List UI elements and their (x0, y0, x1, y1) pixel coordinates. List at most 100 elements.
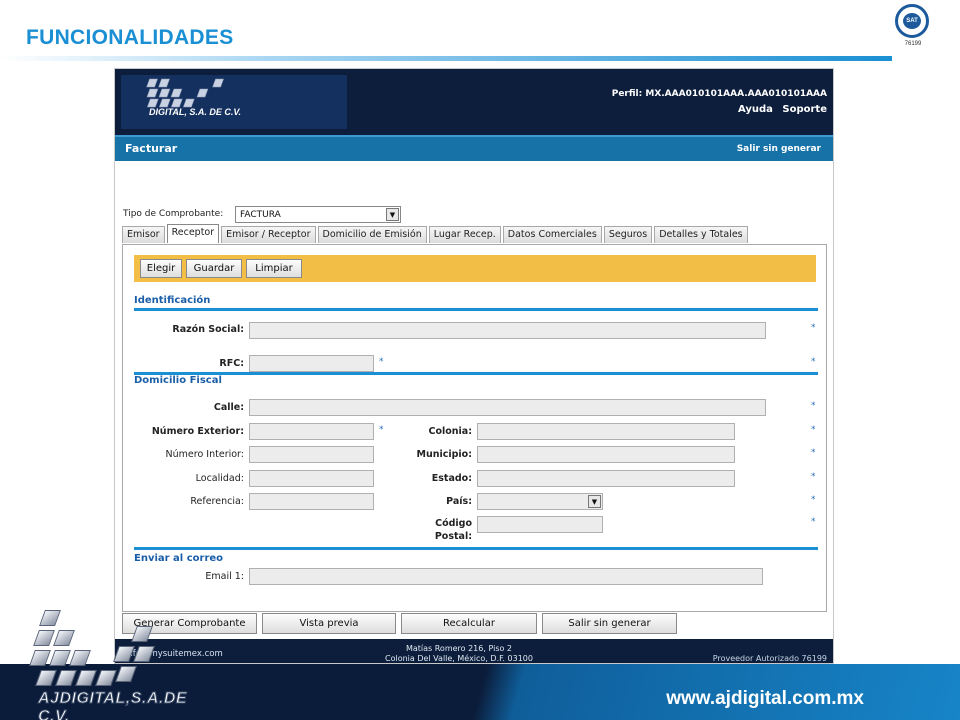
tab-detalles-totales[interactable]: Detalles y Totales (654, 226, 748, 243)
app-window: DIGITAL, S.A. DE C.V. Perfil: MX.AAA0101… (114, 68, 834, 664)
logo-square-icon (33, 630, 55, 646)
logo-square-icon (35, 670, 57, 686)
logo-square-icon (53, 630, 75, 646)
section-identificacion: Identificación (134, 295, 211, 306)
chevron-down-icon[interactable]: ▼ (386, 208, 399, 221)
tab-bar: Emisor Receptor Emisor / Receptor Domici… (122, 224, 750, 244)
chevron-down-icon[interactable]: ▼ (588, 495, 601, 508)
guardar-button[interactable]: Guardar (186, 259, 242, 278)
required-mark: * (811, 425, 816, 435)
logo-square-icon (39, 610, 61, 626)
required-mark: * (811, 495, 816, 505)
app-nav: Facturar Salir sin generar (115, 135, 833, 161)
brand-text: AJDIGITAL,S.A.DE C.V. (37, 690, 188, 720)
calle-input[interactable] (249, 399, 766, 416)
required-mark: * (379, 425, 384, 435)
limpiar-button[interactable]: Limpiar (246, 259, 302, 278)
section-enviar-correo: Enviar al correo (134, 553, 224, 564)
email1-input[interactable] (249, 568, 763, 585)
sat-logo-text: SAT (903, 13, 921, 29)
logo-square-icon (113, 646, 135, 662)
footer-address-line2: Colonia Del Valle, México, D.F. 03100 (385, 654, 533, 663)
app-logo-icon (146, 78, 224, 108)
tab-emisor-receptor[interactable]: Emisor / Receptor (221, 226, 316, 243)
codigo-postal-input[interactable] (477, 516, 603, 533)
nav-title: Facturar (125, 142, 178, 155)
logo-square-icon (69, 650, 91, 666)
logo-square-icon (115, 666, 137, 682)
required-mark: * (811, 448, 816, 458)
sat-seal-icon: SAT (895, 4, 929, 38)
estado-input[interactable] (477, 470, 735, 487)
municipio-label: Municipio: (416, 449, 472, 460)
help-link[interactable]: Ayuda (738, 104, 773, 115)
sat-logo: SAT 76199 (893, 4, 933, 50)
tipo-comprobante-label: Tipo de Comprobante: (123, 209, 224, 219)
required-mark: * (379, 357, 384, 367)
required-mark: * (811, 357, 816, 367)
municipio-input[interactable] (477, 446, 735, 463)
footer-address-line1: Matías Romero 216, Piso 2 (405, 644, 513, 653)
support-link[interactable]: Soporte (782, 104, 827, 115)
required-mark: * (811, 517, 816, 527)
section-rule (134, 372, 818, 375)
razon-social-input[interactable] (249, 322, 766, 339)
elegir-button[interactable]: Elegir (140, 259, 182, 278)
receptor-form: Elegir Guardar Limpiar Identificación Ra… (122, 244, 827, 612)
codigo-label: Código (435, 518, 472, 529)
profile-text: Perfil: MX.AAA010101AAA.AAA010101AAA (611, 89, 827, 99)
logo-square-icon (131, 626, 153, 642)
numero-interior-input[interactable] (249, 446, 374, 463)
required-mark: * (811, 323, 816, 333)
app-header: DIGITAL, S.A. DE C.V. Perfil: MX.AAA0101… (115, 69, 833, 135)
required-mark: * (811, 401, 816, 411)
form-toolbar: Elegir Guardar Limpiar (134, 255, 816, 282)
tipo-comprobante-select[interactable]: FACTURA ▼ (235, 206, 401, 223)
section-domicilio-fiscal: Domicilio Fiscal (134, 375, 222, 386)
header-rule (0, 56, 892, 61)
rfc-input[interactable] (249, 355, 374, 372)
numero-exterior-label: Número Exterior: (151, 426, 244, 437)
email1-label: Email 1: (205, 571, 244, 582)
footer-provider: Proveedor Autorizado 76199 (712, 654, 827, 663)
footer-address: Matías Romero 216, Piso 2 Colonia Del Va… (385, 644, 533, 663)
nav-exit-link[interactable]: Salir sin generar (737, 144, 821, 154)
salir-sin-generar-button[interactable]: Salir sin generar (542, 613, 677, 634)
razon-social-label: Razón Social: (172, 324, 244, 335)
app-logo-text: DIGITAL, S.A. DE C.V. (149, 107, 242, 117)
numero-interior-label: Número Interior: (165, 449, 244, 460)
logo-square-icon (55, 670, 77, 686)
vista-previa-button[interactable]: Vista previa (262, 613, 396, 634)
calle-label: Calle: (213, 402, 244, 413)
postal-label: Postal: (434, 531, 472, 542)
section-rule (134, 547, 818, 550)
colonia-label: Colonia: (428, 426, 472, 437)
logo-square-icon (29, 650, 51, 666)
estado-label: Estado: (431, 473, 472, 484)
section-rule (134, 308, 818, 311)
tab-emisor[interactable]: Emisor (122, 226, 165, 243)
referencia-input[interactable] (249, 493, 374, 510)
tab-receptor[interactable]: Receptor (166, 224, 220, 243)
tab-seguros[interactable]: Seguros (603, 226, 653, 243)
pais-label: País: (446, 496, 472, 507)
pais-select[interactable]: ▼ (477, 493, 603, 510)
app-footer: info@mysuitemex.com Matías Romero 216, P… (115, 639, 833, 663)
top-links: Ayuda Soporte (732, 104, 827, 115)
slide-title: FUNCIONALIDADES (26, 26, 234, 49)
tab-domicilio-emision[interactable]: Domicilio de Emisión (317, 226, 427, 243)
colonia-input[interactable] (477, 423, 735, 440)
tab-lugar-recep[interactable]: Lugar Recep. (428, 226, 501, 243)
logo-square-icon (133, 646, 155, 662)
numero-exterior-input[interactable] (249, 423, 374, 440)
app-logo: DIGITAL, S.A. DE C.V. (121, 75, 347, 129)
recalcular-button[interactable]: Recalcular (401, 613, 537, 634)
localidad-label: Localidad: (195, 473, 244, 484)
tab-datos-comerciales[interactable]: Datos Comerciales (502, 226, 602, 243)
sat-number: 76199 (904, 41, 922, 47)
referencia-label: Referencia: (190, 496, 244, 507)
localidad-input[interactable] (249, 470, 374, 487)
ajdigital-logo: AJDIGITAL,S.A.DE C.V. (24, 606, 188, 720)
rfc-label: RFC: (219, 358, 244, 369)
logo-square-icon (49, 650, 71, 666)
